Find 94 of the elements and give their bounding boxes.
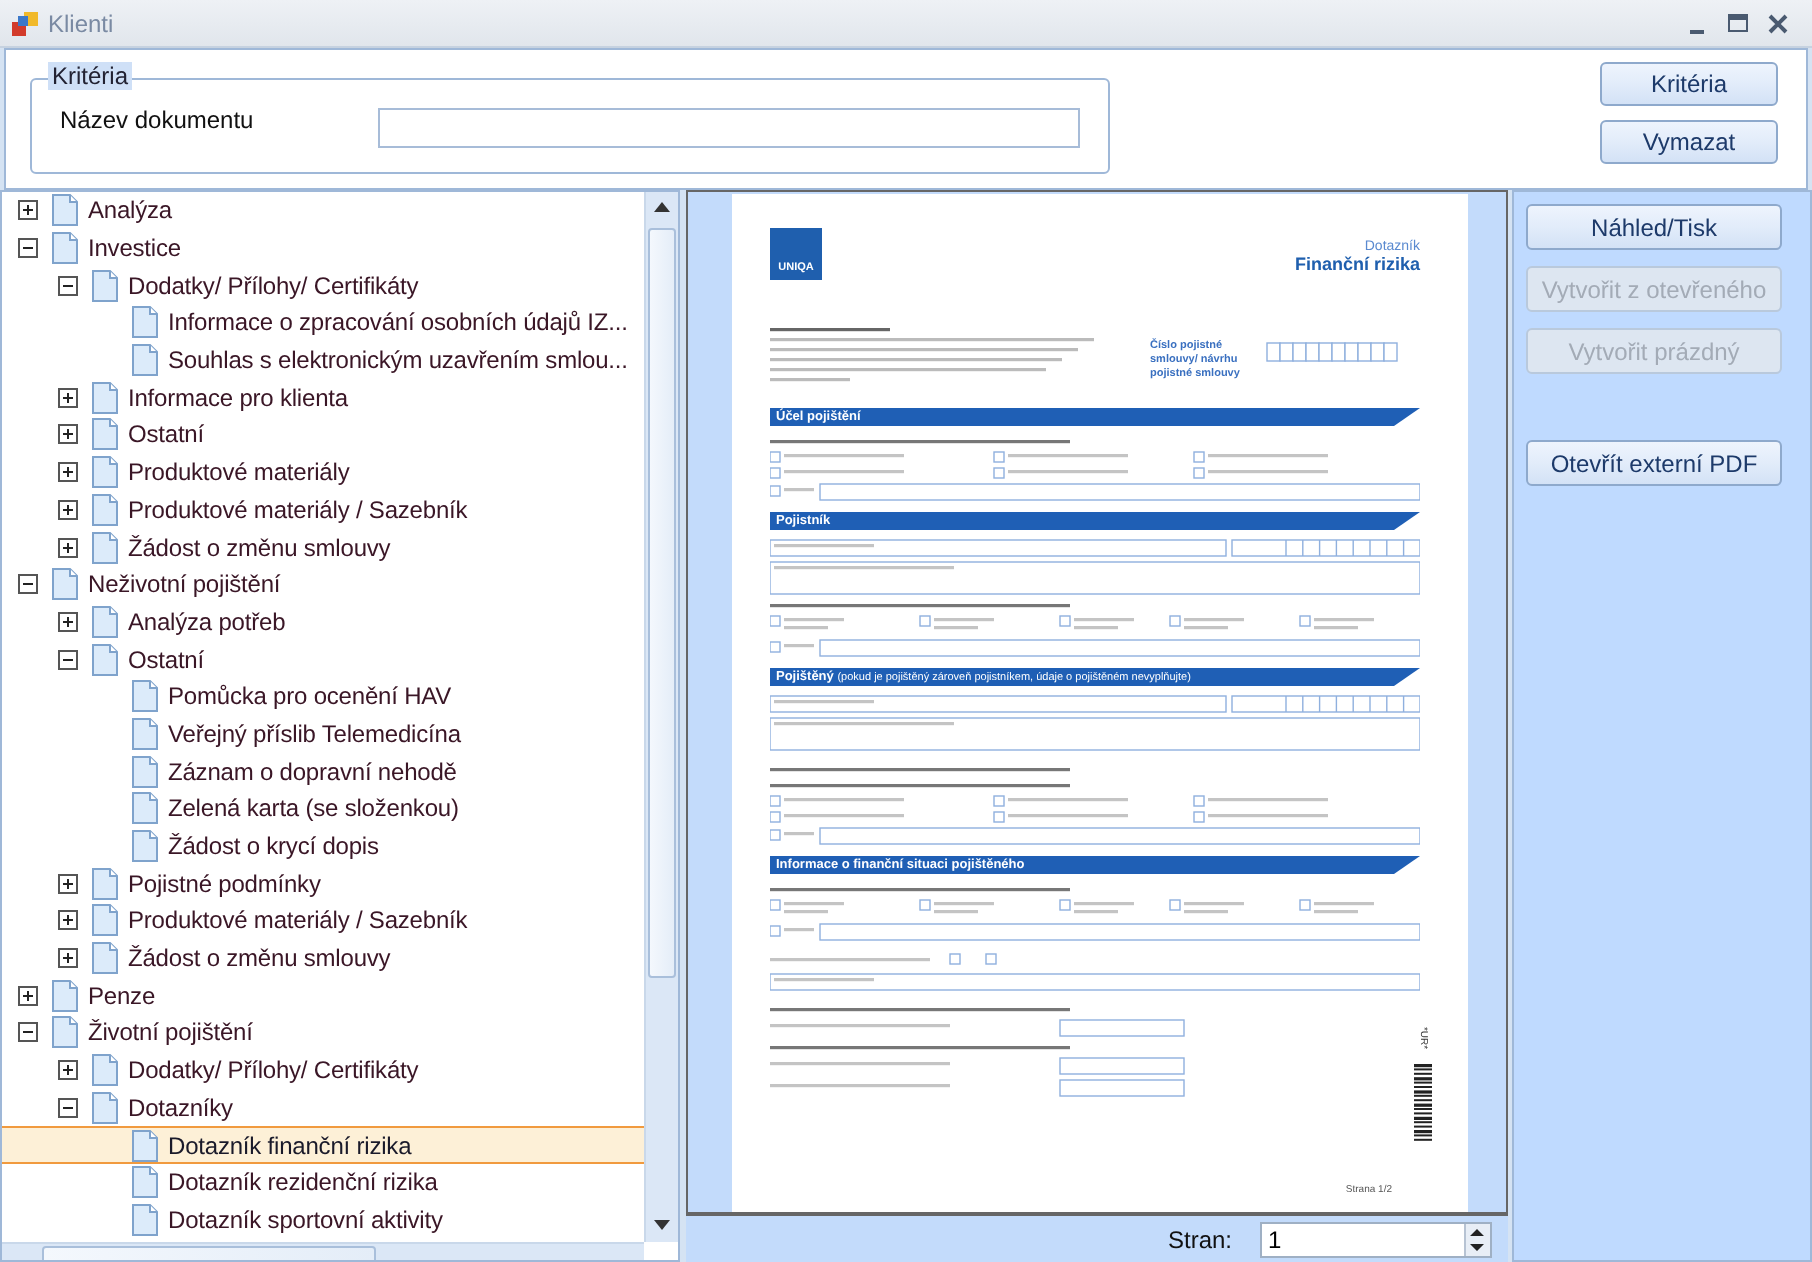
document-icon xyxy=(92,531,118,564)
expand-icon[interactable] xyxy=(58,1060,78,1081)
document-title: Finanční rizika xyxy=(1294,254,1420,274)
tree-item[interactable]: Žádost o krycí dopis xyxy=(2,827,646,865)
document-icon xyxy=(52,232,78,265)
document-icon xyxy=(92,942,118,975)
spin-arrows-icon[interactable] xyxy=(1466,1223,1488,1255)
tree-item[interactable]: Investice xyxy=(2,229,646,267)
document-icon xyxy=(92,381,118,414)
vertical-scrollbar[interactable] xyxy=(644,192,678,1242)
group-title: Kritéria xyxy=(48,62,133,90)
app-icon xyxy=(12,9,40,37)
close-button[interactable] xyxy=(1768,13,1788,33)
tree-item[interactable]: Analýza xyxy=(2,192,646,230)
document-icon xyxy=(92,904,118,937)
action-button[interactable]: Náhled/Tisk xyxy=(1526,204,1782,250)
document-icon xyxy=(92,269,118,302)
tree-item[interactable]: Žádost o změnu smlouvy xyxy=(2,528,646,566)
contract-number-cells xyxy=(1266,342,1398,362)
document-icon xyxy=(92,1091,118,1124)
document-icon xyxy=(132,306,158,339)
tree-item[interactable]: Ostatní xyxy=(2,416,646,454)
tree-item[interactable]: Dotazník sportovní aktivity xyxy=(2,1201,646,1239)
document-icon xyxy=(132,1129,158,1162)
window-title: Klienti xyxy=(48,9,116,37)
tree-item[interactable]: Dotazníky xyxy=(2,1089,646,1127)
document-name-field[interactable] xyxy=(378,108,1080,148)
scroll-up-icon[interactable] xyxy=(654,202,670,212)
collapse-icon[interactable] xyxy=(18,238,38,259)
document-icon xyxy=(92,605,118,638)
tree-item[interactable]: Ostatní xyxy=(2,640,646,678)
tree-item[interactable]: Analýza potřeb xyxy=(2,603,646,641)
document-icon xyxy=(92,1054,118,1087)
tree-item[interactable]: Dotazník rezidenční rizika xyxy=(2,1163,646,1202)
tree-item[interactable]: Neživotní pojištění xyxy=(2,565,646,604)
expand-icon[interactable] xyxy=(58,537,78,558)
expand-icon[interactable] xyxy=(58,387,78,408)
tree-item[interactable]: Dodatky/ Přílohy/ Certifikáty xyxy=(2,266,646,305)
document-icon xyxy=(132,830,158,863)
tree-item[interactable]: Souhlas s elektronickým uzavřením smlou... xyxy=(2,341,646,379)
tree-item[interactable]: Zelená karta (se složenkou) xyxy=(2,790,646,828)
expand-icon[interactable] xyxy=(58,948,78,969)
document-icon xyxy=(132,344,158,377)
tree-item[interactable]: Dotazník finanční rizika xyxy=(2,1126,646,1164)
document-icon xyxy=(52,979,78,1012)
collapse-icon[interactable] xyxy=(18,1022,38,1043)
criteria-button[interactable]: Kritéria xyxy=(1600,62,1778,106)
document-icon xyxy=(52,1016,78,1049)
expand-icon[interactable] xyxy=(58,910,78,931)
collapse-icon[interactable] xyxy=(58,649,78,670)
scroll-down-icon[interactable] xyxy=(654,1220,670,1230)
expand-icon[interactable] xyxy=(58,611,78,632)
tree-item[interactable]: Životní pojištění xyxy=(2,1014,646,1052)
tree-item[interactable]: Produktové materiály / Sazebník xyxy=(2,491,646,529)
document-icon xyxy=(92,493,118,526)
expand-icon[interactable] xyxy=(18,985,38,1006)
expand-icon[interactable] xyxy=(58,424,78,445)
tree-item[interactable]: Dodatky/ Přílohy/ Certifikáty xyxy=(2,1051,646,1089)
pages-field[interactable]: 1 xyxy=(1260,1221,1492,1257)
barcode-icon xyxy=(1413,1064,1432,1144)
document-icon xyxy=(132,1166,158,1199)
tree-item[interactable]: Penze xyxy=(2,976,646,1015)
tree-item[interactable]: Veřejný příslib Telemedicína xyxy=(2,715,646,753)
field-label: Název dokumentu xyxy=(60,106,256,134)
collapse-icon[interactable] xyxy=(18,574,38,595)
document-icon xyxy=(92,418,118,451)
pages-label: Stran: xyxy=(1167,1225,1232,1253)
maximize-button[interactable] xyxy=(1728,13,1748,33)
expand-icon[interactable] xyxy=(58,462,78,483)
document-icon xyxy=(132,792,158,825)
tree-item[interactable]: Pojistné podmínky xyxy=(2,864,646,903)
tree-item[interactable]: Produktové materiály xyxy=(2,453,646,491)
collapse-icon[interactable] xyxy=(58,1097,78,1118)
document-icon xyxy=(52,568,78,601)
document-icon xyxy=(132,755,158,788)
expand-icon[interactable] xyxy=(58,499,78,520)
document-icon xyxy=(92,643,118,676)
expand-icon[interactable] xyxy=(18,200,38,221)
document-icon xyxy=(92,867,118,900)
tree-item[interactable]: Záznam o dopravní nehodě xyxy=(2,752,646,790)
tree-item[interactable]: Pomůcka pro ocenění HAV xyxy=(2,677,646,716)
action-button[interactable]: Otevřít externí PDF xyxy=(1526,440,1782,486)
clear-button[interactable]: Vymazat xyxy=(1600,120,1778,164)
document-icon xyxy=(92,456,118,489)
expand-icon[interactable] xyxy=(58,873,78,894)
tree-item[interactable]: Informace o zpracování osobních údajů IZ... xyxy=(2,304,646,342)
document-icon xyxy=(132,1203,158,1236)
tree-item[interactable]: Produktové materiály / Sazebník xyxy=(2,902,646,940)
horizontal-scrollbar[interactable] xyxy=(2,1242,644,1260)
tree-item[interactable]: Žádost o změnu smlouvy xyxy=(2,939,646,977)
tree-item[interactable]: Informace pro klienta xyxy=(2,378,646,417)
document-icon xyxy=(132,680,158,713)
document-icon xyxy=(132,717,158,750)
collapse-icon[interactable] xyxy=(58,275,78,296)
